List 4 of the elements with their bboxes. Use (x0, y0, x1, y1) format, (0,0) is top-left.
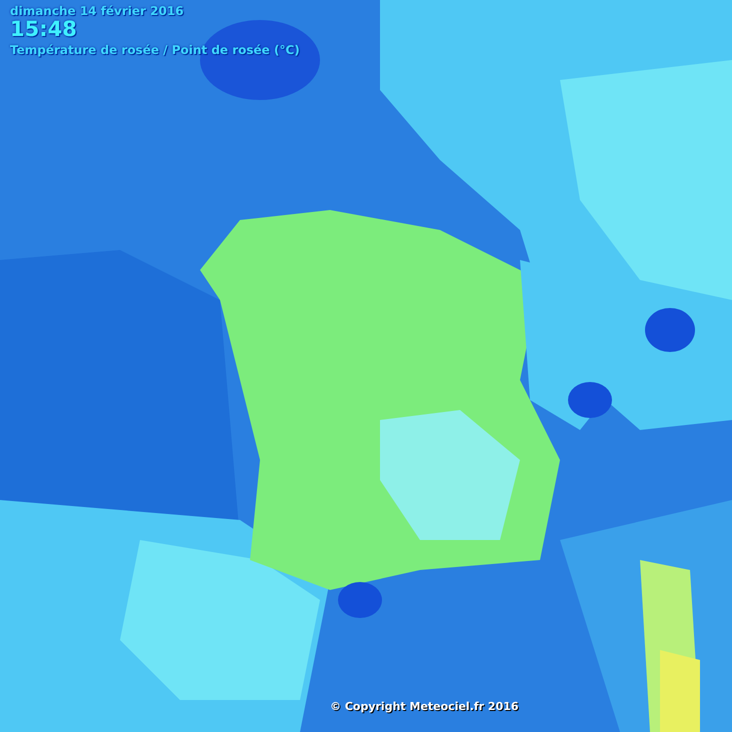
map-time: 15:48 (10, 18, 78, 42)
map-title: Température de rosée / Point de rosée (°C) (10, 43, 300, 58)
map-date: dimanche 14 février 2016 (10, 4, 185, 18)
copyright-text: © Copyright Meteociel.fr 2016 (330, 700, 519, 713)
